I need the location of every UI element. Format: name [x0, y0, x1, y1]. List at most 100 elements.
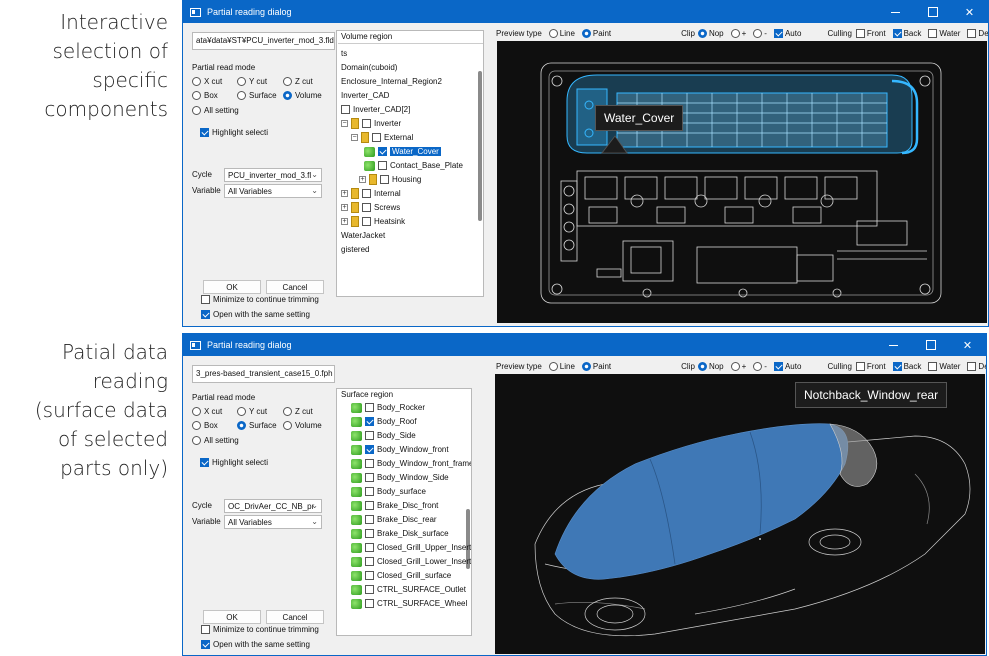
tree-item[interactable]: Inverter_CAD — [341, 89, 389, 102]
mode-zcut-radio[interactable]: Z cut — [283, 77, 313, 86]
tree-checkbox[interactable] — [365, 557, 374, 566]
file-path-field[interactable]: ata¥data¥ST¥PCU_inverter_mod_3.fld — [192, 32, 335, 50]
mode-all-setting-radio[interactable]: All setting — [192, 436, 239, 445]
mode-all-setting-radio[interactable]: All setting — [192, 106, 239, 115]
culling-front-checkbox[interactable]: Front — [855, 28, 886, 38]
variable-select[interactable]: All Variables ⌄ — [224, 515, 322, 529]
mode-box-radio[interactable]: Box — [192, 91, 218, 100]
expand-icon[interactable]: + — [341, 190, 348, 197]
mode-zcut-radio[interactable]: Z cut — [283, 407, 313, 416]
tree-item[interactable]: Closed_Grill_Upper_Insert — [351, 541, 471, 554]
tree-item[interactable]: + Internal — [341, 187, 401, 200]
tree-item[interactable]: Closed_Grill_surface — [351, 569, 451, 582]
open-same-setting-checkbox[interactable]: Open with the same setting — [201, 310, 310, 319]
minimize-trimming-checkbox[interactable]: Minimize to continue trimming — [201, 625, 319, 634]
mode-volume-radio[interactable]: Volume — [283, 421, 322, 430]
close-window-button[interactable]: ✕ — [949, 334, 986, 356]
highlight-checkbox[interactable]: Highlight selecti — [200, 128, 268, 137]
tree-checkbox[interactable] — [365, 543, 374, 552]
tree-item[interactable]: Inverter_CAD[2] — [341, 103, 410, 116]
tree-scrollbar[interactable] — [478, 71, 482, 221]
tree-checkbox[interactable] — [365, 473, 374, 482]
clip-plus-radio[interactable]: + — [730, 361, 746, 371]
tree-item[interactable]: Body_Side — [351, 429, 416, 442]
tree-checkbox[interactable] — [365, 431, 374, 440]
tree-item[interactable]: Brake_Disk_surface — [351, 527, 449, 540]
tree-item[interactable]: Brake_Disc_front — [351, 499, 438, 512]
tree-checkbox[interactable] — [365, 585, 374, 594]
tree-item[interactable]: Closed_Grill_Lower_Insert — [351, 555, 471, 568]
water-checkbox[interactable]: Water — [928, 361, 960, 371]
mode-ycut-radio[interactable]: Y cut — [237, 407, 267, 416]
tree-checkbox[interactable] — [365, 459, 374, 468]
tree-item[interactable]: WaterJacket — [341, 229, 385, 242]
highlight-checkbox[interactable]: Highlight selecti — [200, 458, 268, 467]
tree-item[interactable]: Brake_Disc_rear — [351, 513, 437, 526]
tree-checkbox[interactable] — [341, 105, 350, 114]
tree-item[interactable]: CTRL_SURFACE_Wheel — [351, 597, 467, 610]
preview-paint-radio[interactable]: Paint — [581, 361, 611, 371]
tree-item[interactable]: gistered — [341, 243, 369, 256]
cancel-button[interactable]: Cancel — [266, 610, 324, 624]
tree-item[interactable]: Body_Window_Side — [351, 471, 449, 484]
clip-nop-radio[interactable]: Nop — [697, 28, 724, 38]
auto-checkbox[interactable]: Auto — [773, 28, 801, 38]
ok-button[interactable]: OK — [203, 610, 261, 624]
tree-item[interactable]: Body_surface — [351, 485, 426, 498]
tree-checkbox[interactable] — [362, 217, 371, 226]
tree-checkbox[interactable] — [362, 189, 371, 198]
preview-viewport[interactable]: Notchback_Window_rear — [495, 374, 985, 654]
cancel-button[interactable]: Cancel — [266, 280, 324, 294]
clip-minus-radio[interactable]: - — [753, 28, 767, 38]
mode-surface-radio[interactable]: Surface — [237, 421, 277, 430]
cycle-select[interactable]: OC_DrivAer_CC_NB_pr ⌄ — [224, 499, 322, 513]
tree-item[interactable]: Domain(cuboid) — [341, 61, 397, 74]
mode-surface-radio[interactable]: Surface — [237, 91, 277, 100]
region-tree[interactable]: Surface region Body_Rocker Body_Roof Bod… — [336, 388, 472, 636]
collapse-icon[interactable]: − — [341, 120, 348, 127]
minimize-window-button[interactable] — [877, 1, 914, 23]
tree-checkbox[interactable] — [362, 119, 371, 128]
tree-checkbox[interactable] — [365, 529, 374, 538]
expand-icon[interactable]: + — [341, 218, 348, 225]
tree-checkbox[interactable] — [365, 417, 374, 426]
tree-checkbox[interactable] — [380, 175, 389, 184]
tree-checkbox[interactable] — [365, 599, 374, 608]
preview-viewport[interactable]: Water_Cover — [497, 41, 987, 323]
tree-item[interactable]: Body_Roof — [351, 415, 417, 428]
water-checkbox[interactable]: Water — [928, 28, 960, 38]
tree-item[interactable]: + Screws — [341, 201, 400, 214]
tree-checkbox[interactable] — [365, 403, 374, 412]
tree-item[interactable]: Body_Window_front_frame — [351, 457, 471, 470]
expand-icon[interactable]: + — [359, 176, 366, 183]
preview-line-radio[interactable]: Line — [548, 28, 575, 38]
depth-checkbox[interactable]: Depth — [967, 28, 988, 38]
tree-checkbox[interactable] — [378, 147, 387, 156]
titlebar[interactable]: Partial reading dialog ✕ — [183, 1, 988, 23]
minimize-window-button[interactable] — [875, 334, 912, 356]
culling-front-checkbox[interactable]: Front — [855, 361, 886, 371]
cycle-select[interactable]: PCU_inverter_mod_3.fl ⌄ — [224, 168, 322, 182]
auto-checkbox[interactable]: Auto — [773, 361, 801, 371]
clip-plus-radio[interactable]: + — [730, 28, 746, 38]
tree-checkbox[interactable] — [365, 501, 374, 510]
tree-item[interactable]: + Housing — [359, 173, 421, 186]
tree-item[interactable]: CTRL_SURFACE_Outlet — [351, 583, 466, 596]
tree-checkbox[interactable] — [372, 133, 381, 142]
mode-xcut-radio[interactable]: X cut — [192, 407, 222, 416]
culling-back-checkbox[interactable]: Back — [892, 28, 921, 38]
tree-checkbox[interactable] — [365, 571, 374, 580]
tree-item-water-cover[interactable]: Water_Cover — [364, 145, 441, 158]
mode-xcut-radio[interactable]: X cut — [192, 77, 222, 86]
clip-minus-radio[interactable]: - — [753, 361, 767, 371]
variable-select[interactable]: All Variables ⌄ — [224, 184, 322, 198]
tree-checkbox[interactable] — [365, 487, 374, 496]
collapse-icon[interactable]: − — [351, 134, 358, 141]
maximize-window-button[interactable] — [912, 334, 949, 356]
depth-checkbox[interactable]: Depth — [967, 361, 986, 371]
tree-item[interactable]: − External — [351, 131, 413, 144]
tree-item[interactable]: ts — [341, 47, 347, 60]
tree-item[interactable]: − Inverter — [341, 117, 401, 130]
ok-button[interactable]: OK — [203, 280, 261, 294]
region-tree[interactable]: Volume region ts Domain(cuboid) Enclosur… — [336, 30, 484, 297]
